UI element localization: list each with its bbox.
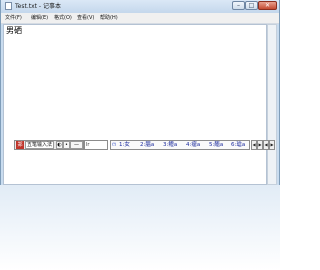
ime-logo-icon[interactable]: 郑	[16, 141, 24, 149]
ime-status-bar[interactable]: 郑 五笔输入法 ◐ • —	[14, 140, 84, 150]
vertical-scrollbar[interactable]	[267, 24, 277, 185]
ime-punctuation-toggle[interactable]: •	[63, 141, 70, 149]
menu-format[interactable]: 格式(O)	[54, 13, 72, 23]
ime-composition-box: lr	[84, 140, 108, 150]
candidate-indicator-icon: ꯁ	[112, 142, 117, 148]
close-button[interactable]: ✕	[258, 1, 277, 10]
notepad-icon	[5, 2, 12, 10]
menu-help[interactable]: 帮助(H)	[100, 13, 118, 23]
window-title: Test.txt - 记事本	[15, 3, 61, 10]
menu-view[interactable]: 查看(V)	[77, 13, 94, 23]
ime-name[interactable]: 五笔输入法	[25, 141, 55, 149]
candidate-5[interactable]: 5:醢a	[209, 141, 223, 149]
candidate-6[interactable]: 6:瑲a	[231, 141, 245, 149]
menu-edit[interactable]: 编辑(E)	[31, 13, 48, 23]
maximize-button[interactable]: □	[245, 1, 258, 10]
candidate-last-page-button[interactable]: ▶	[269, 140, 275, 150]
window-reflection	[0, 185, 280, 270]
ime-softkeyboard-button[interactable]: —	[70, 141, 83, 149]
menu-file[interactable]: 文件(F)	[5, 13, 22, 23]
editor-content: 男硒	[6, 26, 22, 35]
menu-bar: 文件(F) 编辑(E) 格式(O) 查看(V) 帮助(H)	[1, 13, 279, 24]
candidate-3[interactable]: 3:鳢a	[163, 141, 177, 149]
candidate-4[interactable]: 4:瘤a	[186, 141, 200, 149]
candidate-2[interactable]: 2:腽a	[140, 141, 154, 149]
title-bar[interactable]: Test.txt - 记事本 – □ ✕	[1, 0, 279, 13]
minimize-button[interactable]: –	[232, 1, 245, 10]
ime-candidate-bar: ꯁ 1:女 2:腽a 3:鳢a 4:瘤a 5:醢a 6:瑲a	[110, 140, 250, 150]
candidate-1[interactable]: 1:女	[119, 141, 130, 149]
text-editor[interactable]: 男硒	[3, 24, 267, 185]
ime-fullwidth-toggle[interactable]: ◐	[56, 141, 63, 149]
